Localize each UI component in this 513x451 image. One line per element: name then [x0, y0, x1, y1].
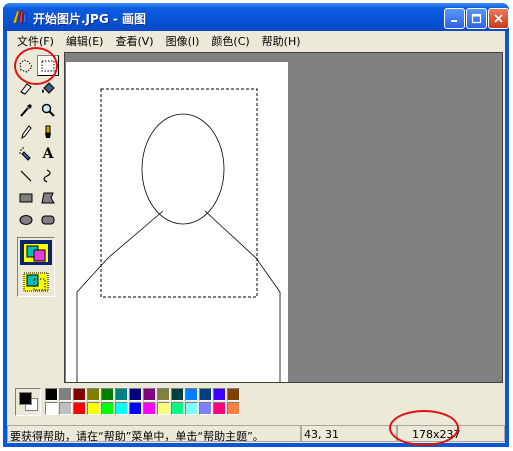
color-palette — [11, 386, 311, 426]
palette-color-swatch[interactable] — [185, 402, 198, 415]
palette-color-swatch[interactable] — [129, 402, 142, 415]
tool-options-box — [17, 237, 55, 297]
close-button[interactable] — [488, 8, 509, 29]
fill-tool[interactable] — [37, 77, 59, 98]
rounded-rectangle-tool[interactable] — [37, 209, 59, 230]
palette-color-swatch[interactable] — [157, 402, 170, 415]
menu-file[interactable]: 文件(F) — [11, 33, 60, 49]
opaque-selection-option[interactable] — [20, 240, 52, 265]
text-icon: A — [42, 145, 54, 162]
rounded-rectangle-icon — [41, 215, 55, 224]
palette-color-swatch[interactable] — [227, 388, 240, 401]
selection-marquee — [100, 88, 258, 298]
close-icon — [494, 14, 503, 23]
pick-color-tool[interactable] — [15, 99, 37, 120]
palette-color-swatch[interactable] — [171, 388, 184, 401]
drawing-canvas[interactable] — [66, 62, 288, 382]
passport-outline-drawing — [76, 88, 281, 382]
palette-color-swatch[interactable] — [213, 402, 226, 415]
palette-color-swatch[interactable] — [73, 388, 86, 401]
palette-color-swatch[interactable] — [185, 388, 198, 401]
palette-color-swatch[interactable] — [199, 402, 212, 415]
palette-color-swatch[interactable] — [227, 402, 240, 415]
status-selection-size: 178x237 — [397, 425, 505, 442]
palette-color-swatch[interactable] — [73, 402, 86, 415]
line-tool[interactable] — [15, 165, 37, 186]
window-body: 文件(F) 编辑(E) 查看(V) 图像(I) 颜色(C) 帮助(H) A 要获… — [7, 31, 505, 443]
airbrush-tool[interactable] — [15, 143, 37, 164]
palette-color-swatch[interactable] — [45, 402, 58, 415]
palette-color-swatch[interactable] — [101, 402, 114, 415]
brush-icon — [45, 125, 51, 138]
palette-color-swatch[interactable] — [59, 402, 72, 415]
paint-window: 开始图片.JPG - 画图 文件(F) 编辑(E) 查看(V) 图像(I) 颜色… — [3, 3, 509, 447]
current-colors-box[interactable] — [15, 388, 41, 416]
curve-tool[interactable] — [37, 165, 59, 186]
curve-icon — [43, 168, 51, 183]
menu-colors[interactable]: 颜色(C) — [205, 33, 255, 49]
pencil-tool[interactable] — [15, 121, 37, 142]
canvas-work-area[interactable] — [64, 52, 503, 383]
rectangle-icon — [19, 193, 33, 202]
maximize-icon — [471, 13, 482, 24]
minimize-button[interactable] — [444, 8, 465, 29]
palette-color-swatch[interactable] — [143, 402, 156, 415]
status-cursor-position: 43, 31 — [301, 425, 397, 442]
palette-color-swatch[interactable] — [171, 402, 184, 415]
status-help-text: 要获得帮助，请在“帮助”菜单中，单击“帮助主题”。 — [7, 425, 301, 442]
free-form-select-icon — [19, 58, 33, 73]
palette-color-swatch[interactable] — [45, 388, 58, 401]
eraser-icon — [20, 82, 32, 95]
transparent-selection-icon — [23, 272, 49, 291]
palette-color-swatch[interactable] — [59, 388, 72, 401]
palette-color-swatch[interactable] — [115, 388, 128, 401]
magnifier-icon — [41, 103, 55, 117]
ellipse-icon — [19, 214, 33, 225]
minimize-icon — [451, 20, 457, 22]
foreground-color-swatch — [19, 392, 32, 405]
brush-tool[interactable] — [37, 121, 59, 142]
airbrush-icon — [19, 146, 31, 161]
maximize-button[interactable] — [466, 8, 487, 29]
line-icon — [20, 170, 32, 181]
opaque-selection-icon — [24, 243, 48, 262]
window-title: 开始图片.JPG - 画图 — [33, 12, 147, 26]
ellipse-tool[interactable] — [15, 209, 37, 230]
menu-view[interactable]: 查看(V) — [109, 33, 159, 49]
status-bar: 要获得帮助，请在“帮助”菜单中，单击“帮助主题”。 43, 31 178x237 — [7, 425, 505, 443]
title-bar[interactable]: 开始图片.JPG - 画图 — [3, 3, 509, 31]
palette-color-swatch[interactable] — [157, 388, 170, 401]
text-tool[interactable]: A — [37, 143, 59, 164]
eyedropper-icon — [20, 103, 32, 117]
menu-edit[interactable]: 编辑(E) — [60, 33, 110, 49]
paint-app-icon — [12, 10, 27, 24]
palette-color-swatch[interactable] — [129, 388, 142, 401]
menu-bar: 文件(F) 编辑(E) 查看(V) 图像(I) 颜色(C) 帮助(H) — [7, 31, 505, 50]
transparent-selection-option[interactable] — [20, 269, 52, 294]
polygon-icon — [41, 192, 55, 203]
menu-image[interactable]: 图像(I) — [160, 33, 206, 49]
palette-color-swatch[interactable] — [87, 388, 100, 401]
polygon-tool[interactable] — [37, 187, 59, 208]
eraser-tool[interactable] — [15, 77, 37, 98]
pencil-icon — [21, 124, 32, 139]
paint-bucket-icon — [42, 81, 55, 94]
menu-help[interactable]: 帮助(H) — [256, 33, 307, 49]
palette-color-swatch[interactable] — [87, 402, 100, 415]
rectangle-tool[interactable] — [15, 187, 37, 208]
rectangle-select-icon — [41, 60, 55, 71]
palette-color-swatch[interactable] — [213, 388, 226, 401]
free-form-select-tool[interactable] — [15, 55, 37, 76]
palette-color-swatch[interactable] — [115, 402, 128, 415]
palette-color-swatch[interactable] — [199, 388, 212, 401]
toolbox: A — [11, 52, 63, 383]
rectangle-select-tool[interactable] — [37, 55, 59, 76]
palette-color-swatch[interactable] — [101, 388, 114, 401]
magnifier-tool[interactable] — [37, 99, 59, 120]
palette-color-swatch[interactable] — [143, 388, 156, 401]
